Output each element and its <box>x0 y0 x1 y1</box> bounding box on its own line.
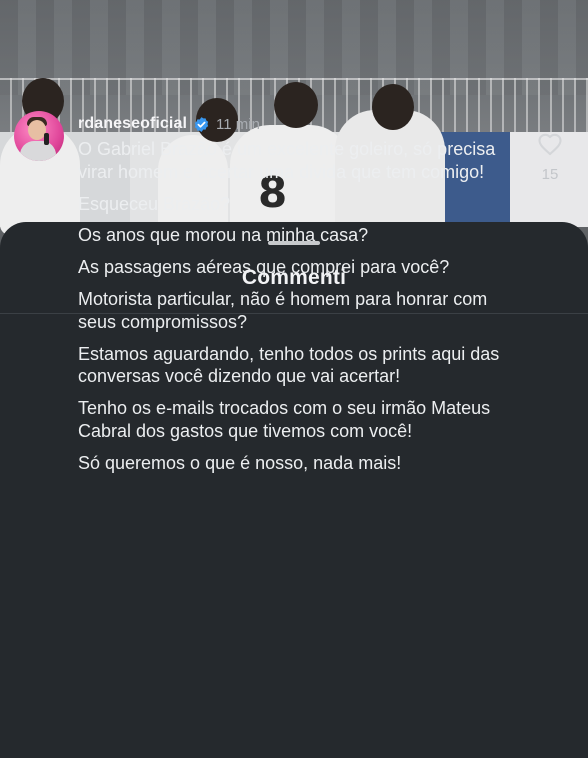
like-button[interactable]: 15 <box>532 132 568 183</box>
heart-icon[interactable] <box>537 132 563 156</box>
comment-paragraph: Só queremos o que é nosso, nada mais! <box>78 452 402 473</box>
comment-timestamp: 11 min <box>216 115 260 133</box>
verified-badge-icon <box>193 116 210 133</box>
comment-paragraph: O Gabriel Brazão é um excelente goleiro,… <box>78 139 496 182</box>
like-count: 15 <box>541 166 559 183</box>
comment-paragraph: Estamos aguardando, tenho todos os print… <box>78 343 500 387</box>
comment-meta: rdaneseoficial 11 min <box>78 114 260 134</box>
comment-paragraph: Os anos que morou na minha casa? <box>78 225 369 246</box>
comment-paragraph: Esqueceu Brazão? <box>78 193 231 214</box>
comment-username[interactable]: rdaneseoficial <box>78 115 187 133</box>
comment-paragraph: As passagens aéreas que comprei para voc… <box>78 257 450 278</box>
comment-paragraph: Tenho os e-mails trocados com o seu irmã… <box>78 398 491 441</box>
comment-paragraph: Motorista particular, não é homem para h… <box>78 288 488 332</box>
comment-text: O Gabriel Brazão é um excelente goleiro,… <box>78 138 518 484</box>
avatar[interactable] <box>14 111 64 161</box>
comments-screen: 8 Commenti rdaneseoficial 11 min O Gabri… <box>0 0 588 758</box>
